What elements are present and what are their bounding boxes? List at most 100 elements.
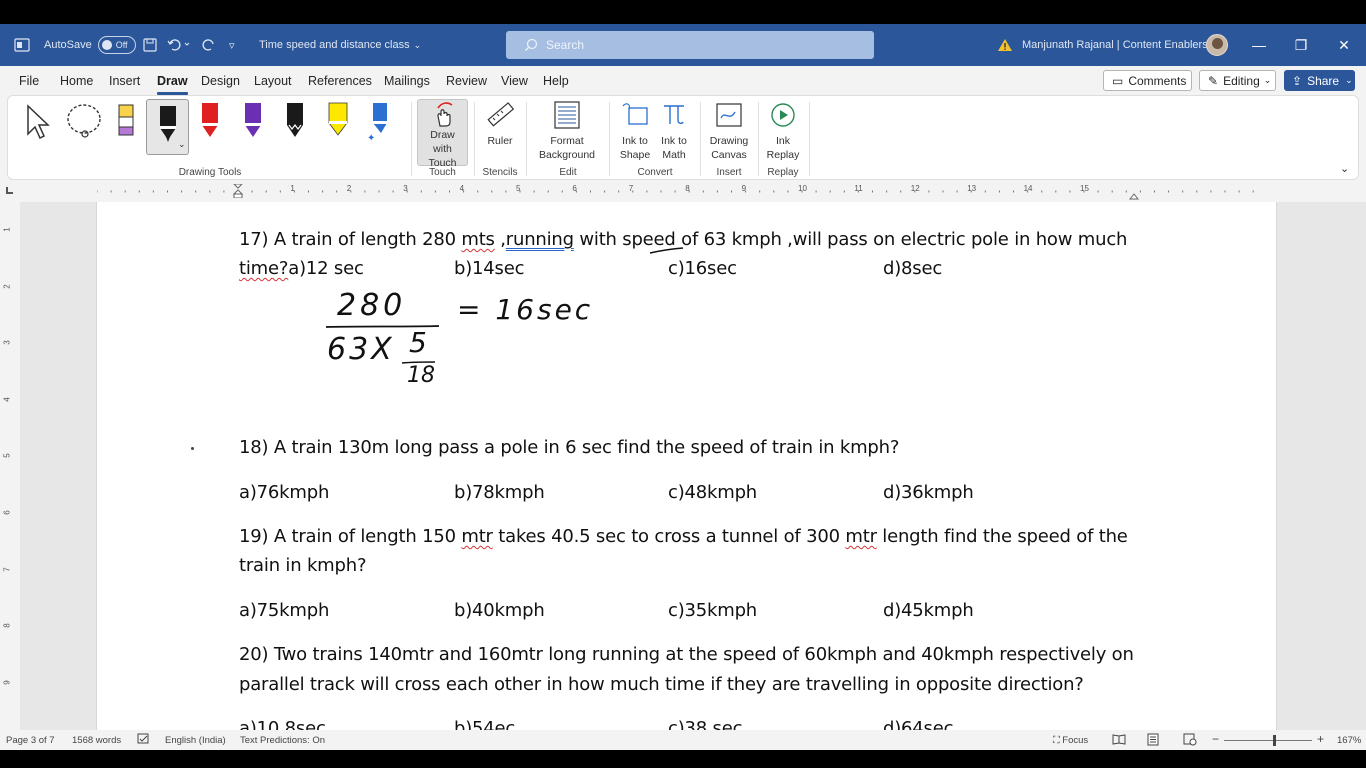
undo-icon[interactable] — [167, 24, 191, 66]
tab-home[interactable]: Home — [60, 74, 93, 88]
tab-stop-selector-icon[interactable] — [6, 187, 13, 194]
proofing-icon[interactable] — [137, 733, 150, 748]
q17-option-c: c)16sec — [668, 258, 737, 279]
web-layout-icon[interactable] — [1183, 733, 1197, 749]
document-page[interactable]: 17) A train of length 280 mts ,running w… — [96, 202, 1277, 730]
ruler-number: 7 — [628, 184, 634, 193]
user-name[interactable]: Manjunath Rajanal | Content Enablers — [1022, 24, 1208, 66]
tab-design[interactable]: Design — [201, 74, 240, 88]
ink-to-shape-button[interactable]: Ink to Shape — [615, 100, 655, 162]
editing-mode-button[interactable]: ✎ Editing ⌄ — [1199, 70, 1276, 91]
title-bar: AutoSave Off ▿ Time speed and distance c… — [0, 24, 1366, 66]
drawing-canvas-button[interactable]: Drawing Canvas — [705, 100, 753, 162]
tab-review[interactable]: Review — [446, 74, 487, 88]
customize-qat-icon[interactable]: ▿ — [229, 24, 235, 66]
selected-pen-button[interactable]: ⌄ — [146, 99, 189, 155]
q18-question[interactable]: 18) A train 130m long pass a pole in 6 s… — [239, 437, 899, 458]
ruler-number: 8 — [685, 184, 690, 193]
q17-spell-mts[interactable]: mts — [461, 229, 495, 250]
ink-to-math-button[interactable]: Ink to Math — [654, 100, 694, 162]
q19-option-b: b)40kmph — [454, 600, 545, 621]
tab-mailings[interactable]: Mailings — [384, 74, 430, 88]
select-cursor-icon[interactable] — [25, 104, 51, 145]
q17-spell-time[interactable]: time? — [239, 258, 288, 279]
q20-line1[interactable]: 20) Two trains 140mtr and 160mtr long ru… — [239, 644, 1134, 665]
page-count[interactable]: Page 3 of 7 — [6, 735, 55, 746]
highlighter-pen-icon[interactable] — [114, 101, 138, 143]
zoom-level[interactable]: 167% — [1337, 735, 1361, 746]
warning-icon[interactable] — [997, 24, 1013, 66]
drawing-tools-label: Drawing Tools — [178, 167, 242, 178]
close-icon[interactable]: ✕ — [1322, 24, 1366, 66]
zoom-slider-thumb[interactable] — [1273, 735, 1276, 746]
tab-draw[interactable]: Draw — [157, 74, 188, 95]
tab-file[interactable]: File — [19, 74, 39, 88]
ruler-label: Ruler — [487, 135, 513, 147]
svg-text:✦: ✦ — [367, 133, 375, 143]
tab-view[interactable]: View — [501, 74, 528, 88]
redo-icon[interactable] — [201, 24, 217, 66]
q20-line2[interactable]: parallel track will cross each other in … — [239, 674, 1084, 695]
ruler-button[interactable]: Ruler — [480, 100, 520, 148]
tab-help[interactable]: Help — [543, 74, 569, 88]
q17-text: , — [494, 229, 506, 250]
red-pen-icon[interactable] — [198, 101, 222, 143]
yellow-highlighter-icon[interactable] — [326, 101, 350, 143]
right-indent-marker-icon[interactable] — [1128, 187, 1140, 200]
search-input[interactable]: Search — [506, 31, 874, 59]
ink-fraction-numerator: 5 — [409, 326, 427, 359]
print-layout-icon[interactable] — [1147, 733, 1159, 749]
zoom-in-button[interactable]: + — [1317, 732, 1324, 746]
draw-with-touch[interactable]: Draw with Touch — [417, 100, 468, 170]
zoom-slider[interactable] — [1224, 740, 1312, 741]
word-app-icon[interactable] — [14, 24, 30, 66]
tab-layout[interactable]: Layout — [254, 74, 292, 88]
text-predictions[interactable]: Text Predictions: On — [240, 735, 325, 746]
word-count[interactable]: 1568 words — [72, 735, 121, 746]
collapse-ribbon-icon[interactable]: ⌄ — [1340, 162, 1349, 175]
share-icon: ⇪ — [1292, 73, 1303, 88]
comments-button[interactable]: ▭ Comments — [1103, 70, 1192, 91]
q19-spell-mtr[interactable]: mtr — [461, 526, 493, 547]
autosave-toggle[interactable]: Off — [97, 36, 136, 54]
language[interactable]: English (India) — [165, 735, 226, 746]
vruler-number: 3 — [2, 340, 12, 345]
ink-drawing[interactable]: 280 63X 5 18 = 16sec — [321, 288, 621, 398]
ribbon-separator — [411, 102, 412, 176]
q19-line1[interactable]: 19) A train of length 150 mtr takes 40.5… — [239, 526, 1128, 547]
ruler-number: 9 — [741, 184, 747, 193]
zoom-out-button[interactable]: − — [1212, 732, 1219, 746]
lasso-select-icon[interactable] — [64, 103, 104, 146]
format-background-button[interactable]: Format Background — [532, 100, 602, 162]
read-mode-icon[interactable] — [1112, 733, 1126, 748]
focus-mode-button[interactable]: ⛶ Focus — [1053, 735, 1088, 746]
indent-marker-icon[interactable] — [232, 183, 244, 199]
tab-references[interactable]: References — [308, 74, 372, 88]
minimize-icon[interactable]: — — [1237, 24, 1281, 66]
horizontal-ruler[interactable]: 1 2 3 4 5 6 7 8 9 10 11 12 13 14 15 — [0, 183, 1366, 200]
save-icon[interactable] — [143, 24, 157, 66]
touch-group-label: Touch — [429, 167, 456, 178]
q17-line2[interactable]: time?a)12 sec — [239, 258, 364, 279]
vruler-number: 6 — [2, 510, 12, 515]
q19-spell-mtr[interactable]: mtr — [845, 526, 877, 547]
black-marker-icon[interactable] — [283, 101, 307, 143]
avatar[interactable] — [1206, 34, 1228, 56]
q18-option-c: c)48kmph — [668, 482, 758, 503]
vertical-ruler[interactable]: 12345678910 — [2, 202, 15, 743]
ruler-number: 1 — [290, 184, 295, 193]
q17-grammar-running[interactable]: running — [506, 229, 574, 250]
purple-pen-icon[interactable] — [241, 101, 265, 143]
q19-line2[interactable]: train in kmph? — [239, 555, 366, 576]
ink-replay-button[interactable]: Ink Replay — [764, 100, 802, 162]
share-button[interactable]: ⇪ Share ⌄ — [1284, 70, 1355, 91]
restore-icon[interactable]: ❐ — [1279, 24, 1323, 66]
autosave-control[interactable]: AutoSave Off — [44, 24, 136, 66]
touch-draw-icon — [436, 102, 452, 127]
tab-insert[interactable]: Insert — [109, 74, 140, 88]
ink-to-shape-label: Ink to Shape — [619, 135, 651, 161]
ruler-ticks — [97, 190, 1267, 193]
document-title[interactable]: Time speed and distance class ⌄ — [259, 24, 421, 66]
galaxy-pen-icon[interactable]: ✦ — [367, 101, 391, 143]
document-canvas[interactable]: 17) A train of length 280 mts ,running w… — [20, 202, 1366, 730]
